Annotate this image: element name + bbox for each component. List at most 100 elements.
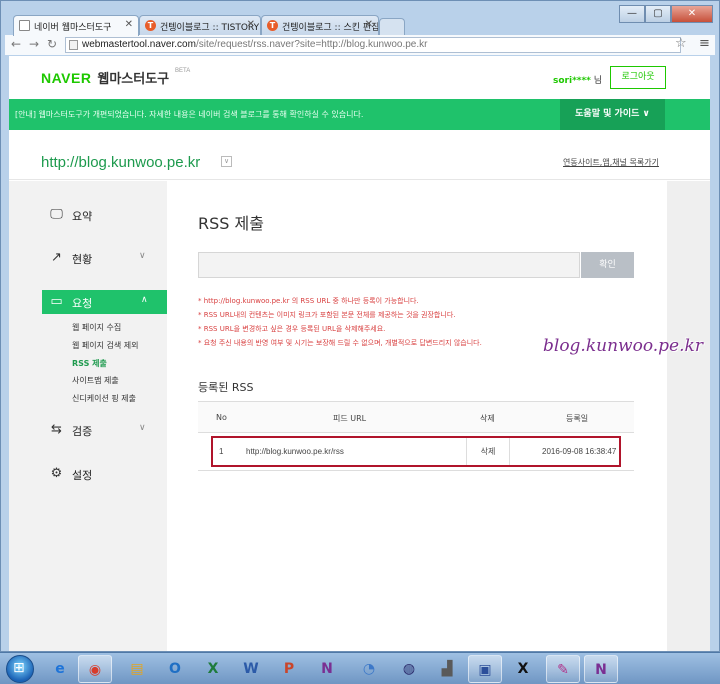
gear-icon: ⚙ <box>50 466 63 481</box>
word-icon[interactable]: W <box>234 655 268 683</box>
content-panel: RSS 제출 확인 * http://blog.kunwoo.pe.kr 의 R… <box>167 181 703 651</box>
brand-name: NAVER <box>41 70 92 86</box>
confirm-button[interactable]: 확인 <box>581 252 634 278</box>
close-window-button[interactable]: ✕ <box>671 5 713 23</box>
chevron-down-icon: ∨ <box>139 251 146 261</box>
sidebar-sub-web-collect[interactable]: 웹 페이지 수집 <box>72 322 121 333</box>
column-header-delete: 삭제 <box>480 414 495 423</box>
excel-icon[interactable]: X <box>196 655 230 683</box>
windows-taskbar: e ◉ ▤ O X W P N ◔ ◍ ▟ ▣ X ✎ N <box>0 652 720 684</box>
sidebar-item-label: 요약 <box>72 210 93 223</box>
sidebar-sub-rss-submit[interactable]: RSS 제출 <box>72 358 107 369</box>
tab-naver-webmaster[interactable]: 네이버 웹마스터도구 ✕ <box>13 15 139 36</box>
chevron-down-icon[interactable]: ∨ <box>221 156 232 167</box>
main-area: 🖵 요약 ↗ 현황 ∨ ▭ 요청 ∧ 웹 페이지 수집 웹 페이지 검색 제외 … <box>9 181 710 651</box>
reload-icon[interactable]: ↻ <box>47 37 57 51</box>
sidebar-item-verify[interactable]: ⇆ 검증 ∨ <box>9 418 167 442</box>
onenote-icon[interactable]: N <box>310 655 344 683</box>
sidebar-item-label: 현황 <box>72 253 93 266</box>
page-viewport: NAVER 웹마스터도구 BETA sori**** 님 로그아웃 [안내] 웹… <box>9 56 710 651</box>
sidebar-item-settings[interactable]: ⚙ 설정 <box>9 462 167 486</box>
site-selector-row: http://blog.kunwoo.pe.kr ∨ 연동사이트,앱,채널 목록… <box>9 130 710 180</box>
tistory-icon: T <box>145 20 156 31</box>
site-list-link[interactable]: 연동사이트,앱,채널 목록가기 <box>563 157 659 168</box>
table-header: No 피드 URL 삭제 등록일 <box>198 401 634 433</box>
delete-button[interactable]: 삭제 <box>466 438 510 465</box>
tab-skin-edit[interactable]: T 건텡이블로그 :: 스킨 편집 ✕ <box>261 15 379 35</box>
url-path: /site/request/rss.naver?site=http://blog… <box>195 39 428 50</box>
ie-icon[interactable]: e <box>43 655 77 683</box>
powerpoint-icon[interactable]: P <box>272 655 306 683</box>
sidebar-sub-syndication[interactable]: 신디케이션 핑 제출 <box>72 393 136 404</box>
bookmark-star-icon[interactable]: ☆ <box>675 36 687 51</box>
sidebar-sub-web-exclude[interactable]: 웹 페이지 검색 제외 <box>72 340 139 351</box>
close-tab-icon[interactable]: ✕ <box>365 19 373 30</box>
start-button[interactable] <box>6 655 34 683</box>
close-tab-icon[interactable]: ✕ <box>247 19 255 30</box>
browser-menu-icon[interactable]: ≡ <box>699 36 710 51</box>
address-bar[interactable]: webmastertool.naver.com/site/request/rss… <box>65 37 681 53</box>
app-icon[interactable]: ◍ <box>392 655 426 683</box>
user-info: sori**** 님 <box>553 73 602 86</box>
tab-strip: 네이버 웹마스터도구 ✕ T 건텡이블로그 :: TISTORY ✕ T 건텡이… <box>5 5 717 36</box>
browser-toolbar: ← → ↻ webmastertool.naver.com/site/reque… <box>5 35 715 55</box>
feed-url-cell: http://blog.kunwoo.pe.kr/rss <box>246 447 344 456</box>
logout-button[interactable]: 로그아웃 <box>610 66 666 89</box>
naver-webmaster-logo[interactable]: NAVER 웹마스터도구 BETA <box>41 68 190 87</box>
notice-bar: [안내] 웹마스터도구가 개편되었습니다. 자세한 내용은 네이버 검색 블로그… <box>9 99 710 130</box>
tistory-icon: T <box>267 20 278 31</box>
table-bottom-border <box>198 467 634 471</box>
sidebar-item-label: 요청 <box>72 297 93 310</box>
tip-text: * http://blog.kunwoo.pe.kr 의 RSS URL 중 하… <box>198 297 419 305</box>
sidebar-item-label: 설정 <box>72 469 93 482</box>
registered-rss-title: 등록된 RSS <box>198 381 254 394</box>
registered-date-cell: 2016-09-08 16:38:47 <box>542 447 617 456</box>
sidebar-sub-sitemap[interactable]: 사이트맵 제출 <box>72 375 119 386</box>
sync-icon: ⇆ <box>51 422 62 437</box>
explorer-icon[interactable]: ▤ <box>120 655 154 683</box>
url-host: webmastertool.naver.com <box>82 39 196 50</box>
rss-url-input[interactable] <box>198 252 580 278</box>
sidebar-item-summary[interactable]: 🖵 요약 <box>9 203 167 227</box>
sidebar-item-status[interactable]: ↗ 현황 ∨ <box>9 246 167 270</box>
app-icon[interactable]: ✎ <box>546 655 580 683</box>
row-number: 1 <box>219 447 224 456</box>
help-guide-button[interactable]: 도움말 및 가이드 ∨ <box>560 99 665 130</box>
tab-title: 네이버 웹마스터도구 <box>34 23 112 33</box>
page-info-icon[interactable] <box>69 40 78 50</box>
user-suffix: 님 <box>590 76 603 86</box>
app-icon[interactable]: X <box>506 655 540 683</box>
blog-watermark: blog.kunwoo.pe.kr <box>543 336 703 356</box>
column-header-feed-url: 피드 URL <box>333 414 367 423</box>
tab-tistory[interactable]: T 건텡이블로그 :: TISTORY ✕ <box>139 15 261 35</box>
back-arrow-icon[interactable]: ← <box>11 37 21 51</box>
minimize-button[interactable]: — <box>619 5 645 23</box>
onenote-icon[interactable]: N <box>584 655 618 683</box>
beta-badge: BETA <box>175 68 191 74</box>
sidebar-item-label: 검증 <box>72 425 93 438</box>
outlook-icon[interactable]: O <box>158 655 192 683</box>
new-tab-button[interactable] <box>379 18 405 35</box>
site-header: NAVER 웹마스터도구 BETA sori**** 님 로그아웃 <box>9 56 710 99</box>
monitor-icon: 🖵 <box>50 207 63 222</box>
folder-icon: ▭ <box>50 294 63 309</box>
chrome-icon[interactable]: ◉ <box>78 655 112 683</box>
product-name: 웹마스터도구 <box>97 71 170 86</box>
sidebar-item-request[interactable]: ▭ 요청 ∧ <box>42 290 167 314</box>
notice-text[interactable]: [안내] 웹마스터도구가 개편되었습니다. 자세한 내용은 네이버 검색 블로그… <box>15 109 363 120</box>
tip-text: * RSS URL을 변경하고 싶은 경우 등록된 URL을 삭제해주세요. <box>198 325 386 333</box>
tab-title: 건텡이블로그 :: TISTORY <box>160 23 260 33</box>
app-icon[interactable]: ◔ <box>352 655 386 683</box>
table-row: 1 http://blog.kunwoo.pe.kr/rss 삭제 2016-0… <box>211 436 621 467</box>
app-icon[interactable]: ▣ <box>468 655 502 683</box>
app-icon[interactable]: ▟ <box>430 655 464 683</box>
tip-text: * RSS URL내의 컨텐츠는 이미지 링크가 포함된 본문 전체를 제공하는… <box>198 311 456 319</box>
forward-arrow-icon[interactable]: → <box>29 37 39 51</box>
sidebar: 🖵 요약 ↗ 현황 ∨ ▭ 요청 ∧ 웹 페이지 수집 웹 페이지 검색 제외 … <box>9 181 167 651</box>
maximize-button[interactable]: ▢ <box>645 5 671 23</box>
page-icon <box>19 20 30 31</box>
browser-window: 네이버 웹마스터도구 ✕ T 건텡이블로그 :: TISTORY ✕ T 건텡이… <box>0 0 720 652</box>
column-header-date: 등록일 <box>566 414 589 423</box>
close-tab-icon[interactable]: ✕ <box>125 19 133 30</box>
user-name: sori**** <box>553 76 591 86</box>
